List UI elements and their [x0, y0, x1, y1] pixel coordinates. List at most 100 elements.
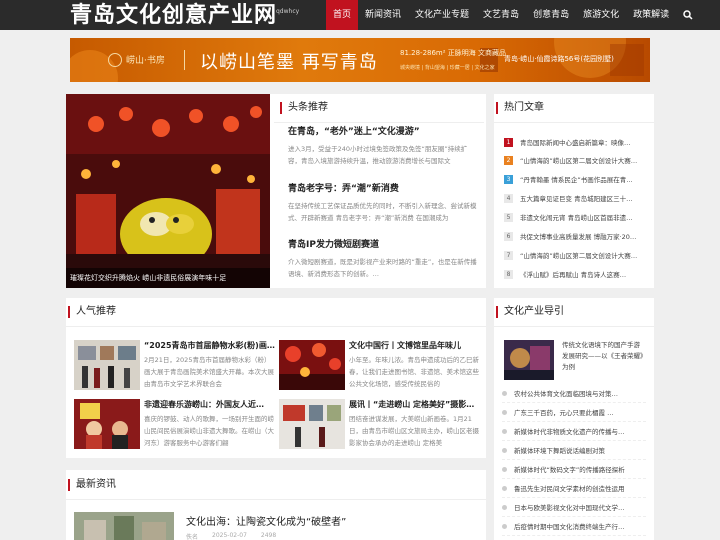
rank-badge: 1 [504, 137, 513, 147]
thumb-porcelain-photo [74, 512, 174, 540]
headline-title[interactable]: 在青岛，“老外”迷上“文化漫游” [288, 124, 478, 137]
popular-thumbnail[interactable] [74, 340, 140, 390]
hot-article-title[interactable]: 非遗文化闹元宵 青岛崂山区首届非遗… [520, 212, 633, 222]
bullet-icon [502, 428, 507, 434]
search-button[interactable] [676, 0, 700, 30]
popular-item[interactable]: 展讯丨“走进崂山 定格美好”摄影… 团结奋进谋发展，大美崂山新画卷。1月21日，… [279, 399, 479, 453]
hot-article-title[interactable]: “山情海韵”崂山区第二届文创设计大赛… [520, 155, 637, 165]
industry-list-item[interactable]: 新媒体时代“数码文字”的传播路径探析 [502, 460, 646, 479]
hot-article-title[interactable]: “山情海韵”崂山区第二届文创设计大赛… [520, 250, 637, 260]
industry-item-title[interactable]: 新媒体环境下舞蹈说话编剧对策 [514, 445, 605, 455]
industry-list-item[interactable]: 广东三千百药，元心只要此楣霞 … [502, 403, 646, 422]
nav-item-policy[interactable]: 政策解读 [626, 0, 676, 30]
site-logo[interactable]: 青岛文化创意产业网 [70, 0, 277, 30]
banner-divider [184, 50, 185, 70]
banner-ad[interactable]: 崂山·书房 以崂山笔墨 再写青岛 81.28-286m² 正脉明海 文商藏品 城… [70, 38, 650, 82]
rank-badge: 6 [504, 231, 513, 241]
popular-title: 人气推荐 [68, 306, 116, 318]
headline-item[interactable]: 青岛IP发力微短剧赛道 介入微短剧赛道，既是对影视产业来时路的“重走”，也是在新… [288, 237, 478, 280]
popular-item-summary: 团结奋进谋发展，大美崂山新画卷。1月21日，由青岛市崂山区文旅局主办，崂山区老摄… [349, 415, 479, 447]
popular-item[interactable]: “2025青岛市首届静物水彩(粉)画… 2月21日，2025青岛市首届静物水彩（… [74, 340, 276, 394]
search-icon [683, 10, 693, 20]
nav-item-creative[interactable]: 创意青岛 [526, 0, 576, 30]
latest-item-title[interactable]: 文化出海：让陶瓷文化成为“破壁者” [186, 513, 346, 528]
headline-item[interactable]: 在青岛，“老外”迷上“文化漫游” 进入3月，受益于240小时过境免签政策及免签“… [288, 124, 478, 167]
rank-badge: 8 [504, 269, 513, 279]
popular-item-title[interactable]: “2025青岛市首届静物水彩(粉)画… [144, 340, 276, 351]
popular-item-title[interactable]: 展讯丨“走进崂山 定格美好”摄影… [349, 399, 481, 410]
rank-badge: 7 [504, 250, 513, 260]
industry-item-title[interactable]: 新媒体时代非物质文化遗产的传播与… [514, 426, 625, 436]
hot-article-item[interactable]: 8 《浮山赋》后再赋山 青岛诗人这赛… [504, 266, 640, 282]
popular-thumbnail[interactable] [279, 399, 345, 449]
hot-article-title[interactable]: 《浮山赋》后再赋山 青岛诗人这赛… [520, 269, 626, 279]
popular-item-title[interactable]: 非遗迎春乐游崂山：外国友人近… [144, 399, 276, 410]
banner-slogan: 以崂山笔墨 再写青岛 [200, 52, 378, 73]
rank-badge: 4 [504, 193, 513, 203]
hot-article-title[interactable]: “丹青翰墨 情系民企”书画作品展在青… [520, 174, 633, 184]
hero-photo-lantern-festival [66, 94, 270, 288]
rank-badge: 2 [504, 155, 513, 165]
headline-title[interactable]: 青岛IP发力微短剧赛道 [288, 237, 478, 250]
hot-article-item[interactable]: 3 “丹青翰墨 情系民企”书画作品展在青… [504, 171, 640, 187]
industry-item-title[interactable]: 广东三千百药，元心只要此楣霞 … [514, 407, 614, 417]
banner-info-sub: 城央崂境 | 背山望海 | 珍藏一居 | 文化之家 [400, 65, 495, 71]
headline-title[interactable]: 青岛老字号：弄“潮”新消费 [288, 181, 478, 194]
hot-article-item[interactable]: 2 “山情海韵”崂山区第二届文创设计大赛… [504, 152, 640, 168]
nav-item-home[interactable]: 首页 [326, 0, 359, 30]
rank-badge: 3 [504, 174, 513, 184]
popular-item-title[interactable]: 文化中国行丨文博馆里品年味儿 [349, 340, 481, 351]
popular-thumbnail[interactable] [74, 399, 140, 449]
industry-list-item[interactable]: 新媒体环境下舞蹈说话编剧对策 [502, 441, 646, 460]
hot-article-title[interactable]: 共促文博事业高质量发展 博融万家·20… [520, 231, 636, 241]
hot-article-item[interactable]: 5 非遗文化闹元宵 青岛崂山区首届非遗… [504, 209, 640, 225]
hot-article-item[interactable]: 1 青岛国际新闻中心盛启新篇章：映像… [504, 134, 640, 150]
author-label: 佚名 [186, 534, 199, 540]
hero-caption: 璀璨花灯交织升腾焰火 崂山非遗民俗展演年味十足 [66, 268, 270, 288]
rank-badge: 5 [504, 212, 513, 222]
popular-item[interactable]: 文化中国行丨文博馆里品年味儿 小年至。年味儿浓。青岛申遗成功后的乙巳新春，让我们… [279, 340, 479, 394]
industry-item-title[interactable]: 农村公共体育文化面临困境与对策… [514, 388, 618, 398]
popular-item-summary: 小年至。年味儿浓。青岛申遗成功后的乙巳新春，让我们走进图书馆、非遗馆、美术馆这些… [349, 356, 479, 388]
nav-item-tourism[interactable]: 旅游文化 [576, 0, 626, 30]
hot-article-item[interactable]: 7 “山情海韵”崂山区第二届文创设计大赛… [504, 247, 640, 263]
banner-address: 青岛·崂山·仙霞诗路56号(花园别墅) [504, 55, 614, 63]
industry-list-item[interactable]: 农村公共体育文化面临困境与对策… [502, 384, 646, 403]
hot-article-item[interactable]: 4 五大篇章见证巨变 青岛城阳建区三十… [504, 190, 640, 206]
banner-info: 81.28-286m² 正脉明海 文商藏品 [400, 49, 507, 57]
industry-item-title[interactable]: 鲁迅先生对民间文学素材的创造性运用 [514, 483, 625, 493]
industry-item-title[interactable]: 后疫情时期中国文化消费终端生产行… [514, 521, 625, 531]
thumb-lantern-photo [279, 340, 345, 390]
headline-item[interactable]: 青岛老字号：弄“潮”新消费 在坚持传统工艺保证品质优先的同时，不断引入新理念、尝… [288, 181, 478, 224]
nav-item-news[interactable]: 新闻资讯 [358, 0, 408, 30]
industry-feature-thumbnail[interactable] [504, 340, 554, 380]
nav-item-industry[interactable]: 文化产业专题 [408, 0, 476, 30]
headline-summary: 进入3月，受益于240小时过境免签政策及免签“朋友圈”持续扩容，青岛入境旅游持续… [288, 145, 468, 165]
hot-article-title[interactable]: 青岛国际新闻中心盛启新篇章：映像… [520, 137, 631, 147]
bullet-icon [502, 485, 507, 491]
industry-item-title[interactable]: 新媒体时代“数码文字”的传播路径探析 [514, 464, 625, 474]
industry-item-title[interactable]: 日本与欧美影视文化对中国现代文学… [514, 502, 625, 512]
industry-list-item[interactable]: 新媒体时代非物质文化遗产的传播与… [502, 422, 646, 441]
industry-feature-title[interactable]: 传统文化语境下的国产手游发展研究——以《王者荣耀》为例 [562, 340, 646, 373]
industry-list-item[interactable]: 日本与欧美影视文化对中国现代文学… [502, 498, 646, 517]
hero-image[interactable]: 璀璨花灯交织升腾焰火 崂山非遗民俗展演年味十足 [66, 94, 270, 288]
popular-thumbnail[interactable] [279, 340, 345, 390]
latest-thumbnail[interactable] [74, 512, 174, 540]
popular-item-summary: 2月21日，2025青岛市首届静物水彩（粉）画大展于青岛画院美术馆盛大开幕。本次… [144, 356, 274, 388]
hot-rule [494, 122, 654, 123]
industry-list-item[interactable]: 鲁迅先生对民间文学素材的创造性运用 [502, 479, 646, 498]
hot-article-title[interactable]: 五大篇章见证巨变 青岛城阳建区三十… [520, 193, 633, 203]
thumb-photo-exhibition [279, 399, 345, 449]
headlines-rule [274, 122, 484, 123]
views-label: 2498 [260, 532, 277, 539]
popular-item[interactable]: 非遗迎春乐游崂山：外国友人近… 喜庆的锣鼓、动人的歌舞，一场别开生面的崂山民间民… [74, 399, 274, 453]
nav-item-arts[interactable]: 文艺青岛 [476, 0, 526, 30]
industry-list-item[interactable]: 后疫情时期中国文化消费终端生产行… [502, 517, 646, 536]
banner-brand: 崂山·书房 [126, 56, 165, 66]
popular-item-summary: 喜庆的锣鼓、动人的歌舞，一场别开生面的崂山民间民俗展演崂山非遗大舞歌。在崂山（大… [144, 415, 274, 447]
bullet-icon [502, 523, 507, 529]
hot-article-item[interactable]: 6 共促文博事业高质量发展 博融万家·20… [504, 228, 640, 244]
popular-rule [66, 326, 486, 327]
thumb-game-art [504, 340, 554, 380]
